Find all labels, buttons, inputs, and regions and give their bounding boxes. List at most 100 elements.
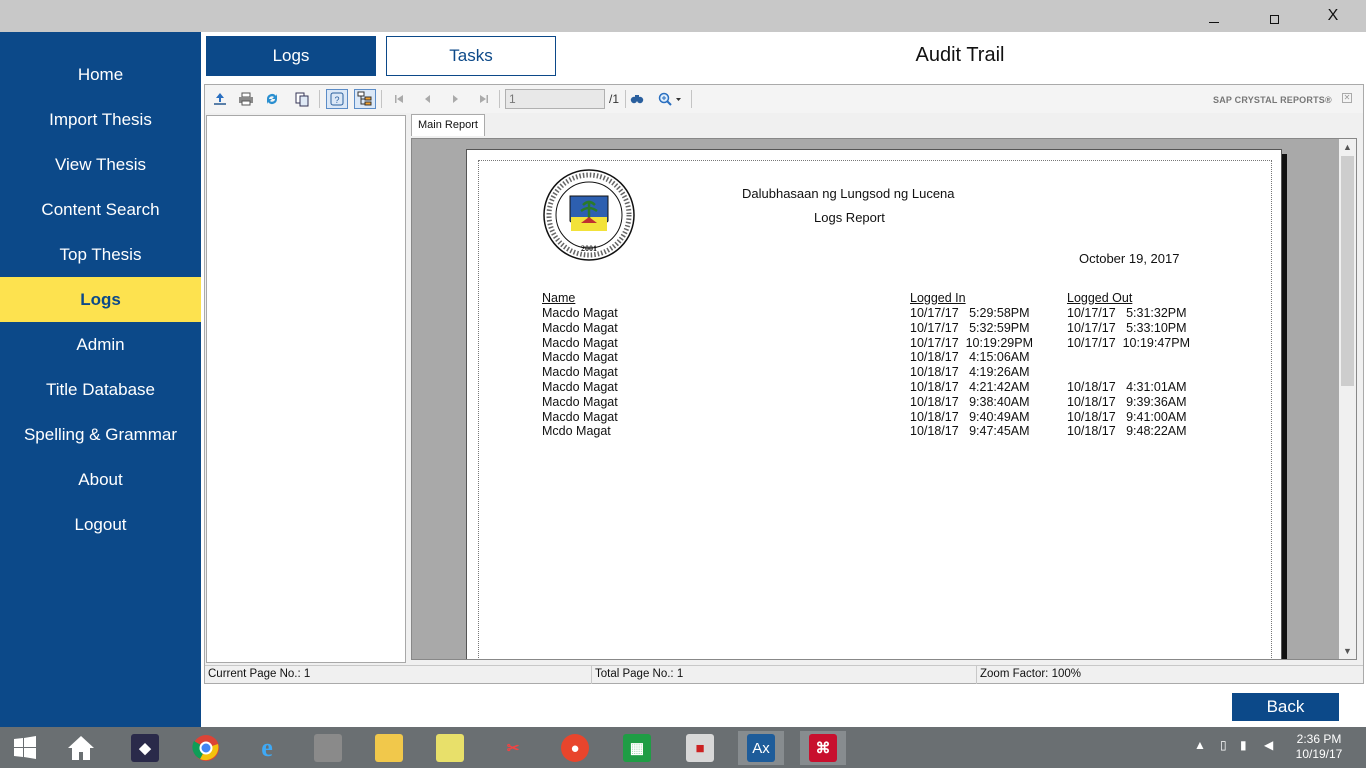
table-row: Macdo Magat 10/17/17 10:19:29PM 10/17/17 1… [479, 336, 1269, 351]
ax-app-icon[interactable]: Ax [738, 731, 784, 765]
windows-taskbar: ◆ e ✂ ● ▦ ■ Ax ⌘ ▲ ▯ ▮ ◀ 2:36 PM 10/19/1… [0, 727, 1366, 768]
report-rows: Macdo Magat 10/17/17 5:29:58PM 10/17/17 5:… [479, 306, 1269, 439]
close-viewer-icon[interactable]: ✕ [1342, 93, 1352, 103]
column-header-logged-in: Logged In [910, 291, 966, 305]
table-row: Macdo Magat 10/18/17 9:40:49AM 10/18/17 9:… [479, 410, 1269, 425]
taskbar-clock[interactable]: 2:36 PM 10/19/17 [1288, 732, 1350, 762]
column-header-logged-out: Logged Out [1067, 291, 1133, 305]
media-icon[interactable]: ■ [677, 731, 723, 765]
volume-icon[interactable]: ◀ [1264, 738, 1273, 752]
file-explorer-icon[interactable] [366, 731, 412, 765]
page-number-input[interactable]: 1 [505, 89, 605, 109]
svg-text:?: ? [334, 95, 339, 105]
sidebar-item-spelling-grammar[interactable]: Spelling & Grammar [0, 412, 201, 457]
status-zoom-factor: Zoom Factor: 100% [980, 668, 1081, 680]
zoom-icon[interactable] [653, 89, 687, 109]
wall-icon[interactable] [305, 731, 351, 765]
row-logged-out: 10/17/17 5:33:10PM [1067, 320, 1187, 335]
windows-start-icon[interactable] [2, 731, 48, 765]
back-button[interactable]: Back [1232, 693, 1339, 721]
sidebar-item-top-thesis[interactable]: Top Thesis [0, 232, 201, 277]
sidebar-item-logout[interactable]: Logout [0, 502, 201, 547]
table-row: Macdo Magat 10/18/17 9:38:40AM 10/18/17 9:… [479, 395, 1269, 410]
sidebar-item-home[interactable]: Home [0, 52, 201, 97]
first-page-icon[interactable] [388, 89, 410, 109]
report-page: 2001 Dalubhasaan ng Lungsod ng Lucena Lo… [466, 149, 1282, 659]
scroll-down-icon[interactable]: ▼ [1339, 643, 1356, 659]
network-icon[interactable]: ▮ [1240, 738, 1247, 752]
row-logged-out: 10/18/17 9:39:36AM [1067, 394, 1187, 409]
row-logged-out: 10/18/17 9:41:00AM [1067, 409, 1187, 424]
vertical-scrollbar[interactable]: ▲ ▼ [1339, 139, 1356, 659]
sidebar-item-logs[interactable]: Logs [0, 277, 201, 322]
page-title: Audit Trail [915, 44, 1005, 66]
sidebar-item-content-search[interactable]: Content Search [0, 187, 201, 232]
table-row: Macdo Magat 10/17/17 5:29:58PM 10/17/17 5:… [479, 306, 1269, 321]
anime-avatar-icon[interactable]: ◆ [122, 731, 168, 765]
row-logged-in: 10/18/17 9:47:45AM [910, 424, 1030, 439]
chrome-icon[interactable] [183, 731, 229, 765]
home-icon[interactable] [58, 731, 104, 765]
find-icon[interactable] [626, 89, 648, 109]
group-tree-icon[interactable] [354, 89, 376, 109]
sidebar-item-import-thesis[interactable]: Import Thesis [0, 97, 201, 142]
sidebar-item-title-database[interactable]: Title Database [0, 367, 201, 412]
next-page-icon[interactable] [445, 89, 467, 109]
maximize-button[interactable] [1251, 0, 1297, 32]
row-name: Macdo Magat [542, 394, 618, 409]
prev-page-icon[interactable] [416, 89, 438, 109]
row-logged-in: 10/18/17 4:15:06AM [910, 350, 1030, 365]
close-button[interactable]: X [1310, 0, 1356, 32]
table-row: Macdo Magat 10/18/17 4:15:06AM [479, 350, 1269, 365]
row-logged-in: 10/18/17 9:40:49AM [910, 409, 1030, 424]
copy-icon[interactable] [291, 89, 313, 109]
row-name: Mcdo Magat [542, 424, 611, 439]
camera-app-icon[interactable]: ● [552, 731, 598, 765]
school-seal-logo: 2001 [543, 169, 635, 261]
table-row: Macdo Magat 10/17/17 5:32:59PM 10/17/17 5:… [479, 321, 1269, 336]
sidebar-item-view-thesis[interactable]: View Thesis [0, 142, 201, 187]
row-logged-in: 10/17/17 5:29:58PM [910, 306, 1030, 320]
snipping-tool-icon[interactable]: ✂ [490, 731, 536, 765]
minimize-icon [1209, 21, 1219, 23]
report-preview-area[interactable]: 2001 Dalubhasaan ng Lungsod ng Lucena Lo… [411, 138, 1357, 660]
row-logged-out: 10/17/17 10:19:47PM [1067, 335, 1191, 350]
help-icon[interactable]: ? [326, 89, 348, 109]
tab-logs[interactable]: Logs [206, 36, 376, 76]
sticky-notes-icon[interactable] [427, 731, 473, 765]
row-name: Macdo Magat [542, 365, 618, 380]
group-tree-panel[interactable] [206, 115, 406, 663]
print-icon[interactable] [235, 89, 257, 109]
acrobat-icon[interactable]: ⌘ [800, 731, 846, 765]
battery-icon[interactable]: ▯ [1220, 738, 1227, 752]
minimize-button[interactable] [1191, 0, 1237, 32]
tray-chevron-icon[interactable]: ▲ [1194, 738, 1206, 752]
refresh-icon[interactable] [261, 89, 283, 109]
row-logged-in: 10/17/17 5:32:59PM [910, 320, 1030, 335]
page-total-label: /1 [609, 92, 620, 106]
table-row: Macdo Magat 10/18/17 4:19:26AM [479, 365, 1269, 380]
row-name: Macdo Magat [542, 320, 618, 335]
sap-crystal-reports-logo: SAP CRYSTAL REPORTS® [1213, 95, 1332, 105]
maximize-icon [1269, 14, 1279, 24]
scroll-thumb[interactable] [1341, 156, 1354, 386]
report-page-border: 2001 Dalubhasaan ng Lungsod ng Lucena Lo… [478, 160, 1272, 659]
internet-explorer-icon[interactable]: e [244, 731, 290, 765]
export-icon[interactable] [209, 89, 231, 109]
row-name: Macdo Magat [542, 409, 618, 424]
row-name: Macdo Magat [542, 335, 618, 350]
row-logged-in: 10/18/17 4:21:42AM [910, 379, 1030, 394]
report-date: October 19, 2017 [1079, 251, 1180, 266]
tab-main-report[interactable]: Main Report [411, 114, 485, 136]
last-page-icon[interactable] [473, 89, 495, 109]
scroll-up-icon[interactable]: ▲ [1339, 139, 1356, 155]
seal-year: 2001 [581, 244, 597, 253]
status-current-page: Current Page No.: 1 [208, 668, 311, 680]
sidebar-item-about[interactable]: About [0, 457, 201, 502]
column-header-name: Name [542, 291, 576, 305]
excel-icon[interactable]: ▦ [614, 731, 660, 765]
row-logged-out: 10/17/17 5:31:32PM [1067, 306, 1187, 320]
report-title: Logs Report [814, 210, 885, 225]
tab-tasks[interactable]: Tasks [386, 36, 556, 76]
sidebar-item-admin[interactable]: Admin [0, 322, 201, 367]
